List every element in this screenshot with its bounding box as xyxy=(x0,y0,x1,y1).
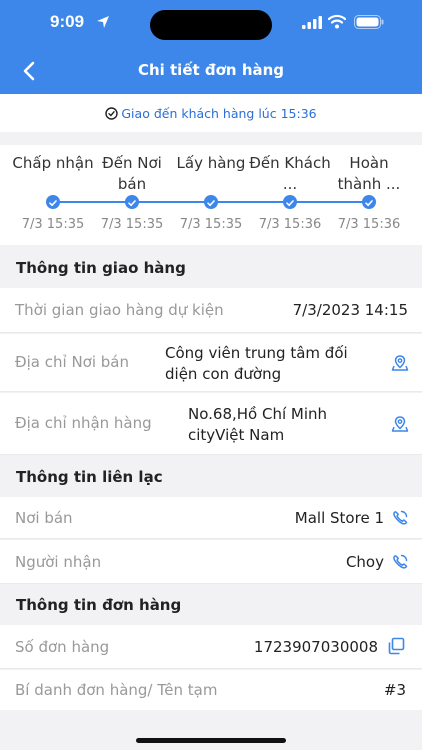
step-check-icon xyxy=(125,195,139,209)
order-alias-value: #3 xyxy=(383,681,406,699)
timeline-step: Đến Nơi bán xyxy=(91,145,173,197)
step-label: Đến Khách ... xyxy=(249,154,331,193)
step-date: 7/3 15:35 xyxy=(179,217,243,232)
order-number-row: Số đơn hàng 1723907030008 xyxy=(0,625,422,669)
wifi-icon xyxy=(328,14,346,29)
delivery-info-title: Thông tin giao hàng xyxy=(0,248,422,288)
receiver-address-value: No.68,Hồ Chí Minh cityViệt Nam xyxy=(188,405,328,444)
timeline-step: Chấp nhận xyxy=(12,145,94,197)
seller-address-value: Công viên trung tâm đối diện con đường xyxy=(165,344,348,383)
seller-address-label: Địa chỉ Nơi bán xyxy=(15,353,129,371)
battery-icon xyxy=(354,15,384,29)
order-number-label: Số đơn hàng xyxy=(15,638,110,656)
timeline-step: Hoàn thành ... xyxy=(328,145,410,197)
check-circle-icon xyxy=(105,106,119,120)
seller-value: Mall Store 1 xyxy=(294,509,384,527)
signal-icon xyxy=(302,16,322,29)
step-label: Đến Nơi bán xyxy=(102,154,162,193)
receiver-contact-row[interactable]: Người nhận Choy xyxy=(0,540,422,584)
dynamic-island xyxy=(150,10,272,40)
step-date: 7/3 15:36 xyxy=(258,217,322,232)
seller-address-row[interactable]: Địa chỉ Nơi bán Công viên trung tâm đối … xyxy=(0,334,422,392)
step-label: Hoàn thành ... xyxy=(337,154,401,193)
expected-time-label: Thời gian giao hàng dự kiện xyxy=(15,301,224,319)
receiver-value: Choy xyxy=(345,553,384,571)
order-timeline: Chấp nhận 7/3 15:35 Đến Nơi bán 7/3 15:3… xyxy=(0,145,422,245)
step-check-icon xyxy=(283,195,297,209)
phone-icon[interactable] xyxy=(390,508,410,528)
seller-contact-row[interactable]: Nơi bán Mall Store 1 xyxy=(0,497,422,539)
step-check-icon xyxy=(204,195,218,209)
delivered-text: Giao đến khách hàng lúc 15:36 xyxy=(121,105,317,121)
phone-icon[interactable] xyxy=(390,552,410,572)
step-date: 7/3 15:35 xyxy=(100,217,164,232)
location-arrow-icon xyxy=(97,16,109,28)
step-date: 7/3 15:35 xyxy=(21,217,85,232)
status-bar: 9:09 xyxy=(0,0,422,46)
copy-icon[interactable] xyxy=(386,636,406,656)
expected-time-row: Thời gian giao hàng dự kiện 7/3/2023 14:… xyxy=(0,288,422,333)
receiver-address-label: Địa chỉ nhận hàng xyxy=(15,414,152,432)
receiver-label: Người nhận xyxy=(15,553,102,571)
contact-info-title: Thông tin liên lạc xyxy=(0,457,422,497)
order-alias-label: Bí danh đơn hàng/ Tên tạm xyxy=(15,681,218,699)
map-pin-icon[interactable] xyxy=(390,353,410,373)
order-info-title: Thông tin đơn hàng xyxy=(0,585,422,625)
delivered-status: Giao đến khách hàng lúc 15:36 xyxy=(0,94,422,132)
step-label: Chấp nhận xyxy=(12,154,94,172)
order-alias-row: Bí danh đơn hàng/ Tên tạm #3 xyxy=(0,670,422,710)
timeline-step: Đến Khách ... xyxy=(249,145,331,197)
home-indicator xyxy=(136,738,286,743)
app-header: 9:09 Chi tiết đơn hàng xyxy=(0,0,422,94)
order-number-value: 1723907030008 xyxy=(253,638,378,656)
step-label: Lấy hàng xyxy=(176,154,246,172)
map-pin-icon[interactable] xyxy=(390,414,410,434)
step-check-icon xyxy=(362,195,376,209)
step-check-icon xyxy=(46,195,60,209)
step-date: 7/3 15:36 xyxy=(337,217,401,232)
timeline-step: Lấy hàng xyxy=(170,145,252,197)
receiver-address-row[interactable]: Địa chỉ nhận hàng No.68,Hồ Chí Minh city… xyxy=(0,393,422,455)
seller-label: Nơi bán xyxy=(15,509,73,527)
status-time: 9:09 xyxy=(50,12,85,31)
page-title: Chi tiết đơn hàng xyxy=(137,61,285,79)
expected-time-value: 7/3/2023 14:15 xyxy=(292,301,408,319)
